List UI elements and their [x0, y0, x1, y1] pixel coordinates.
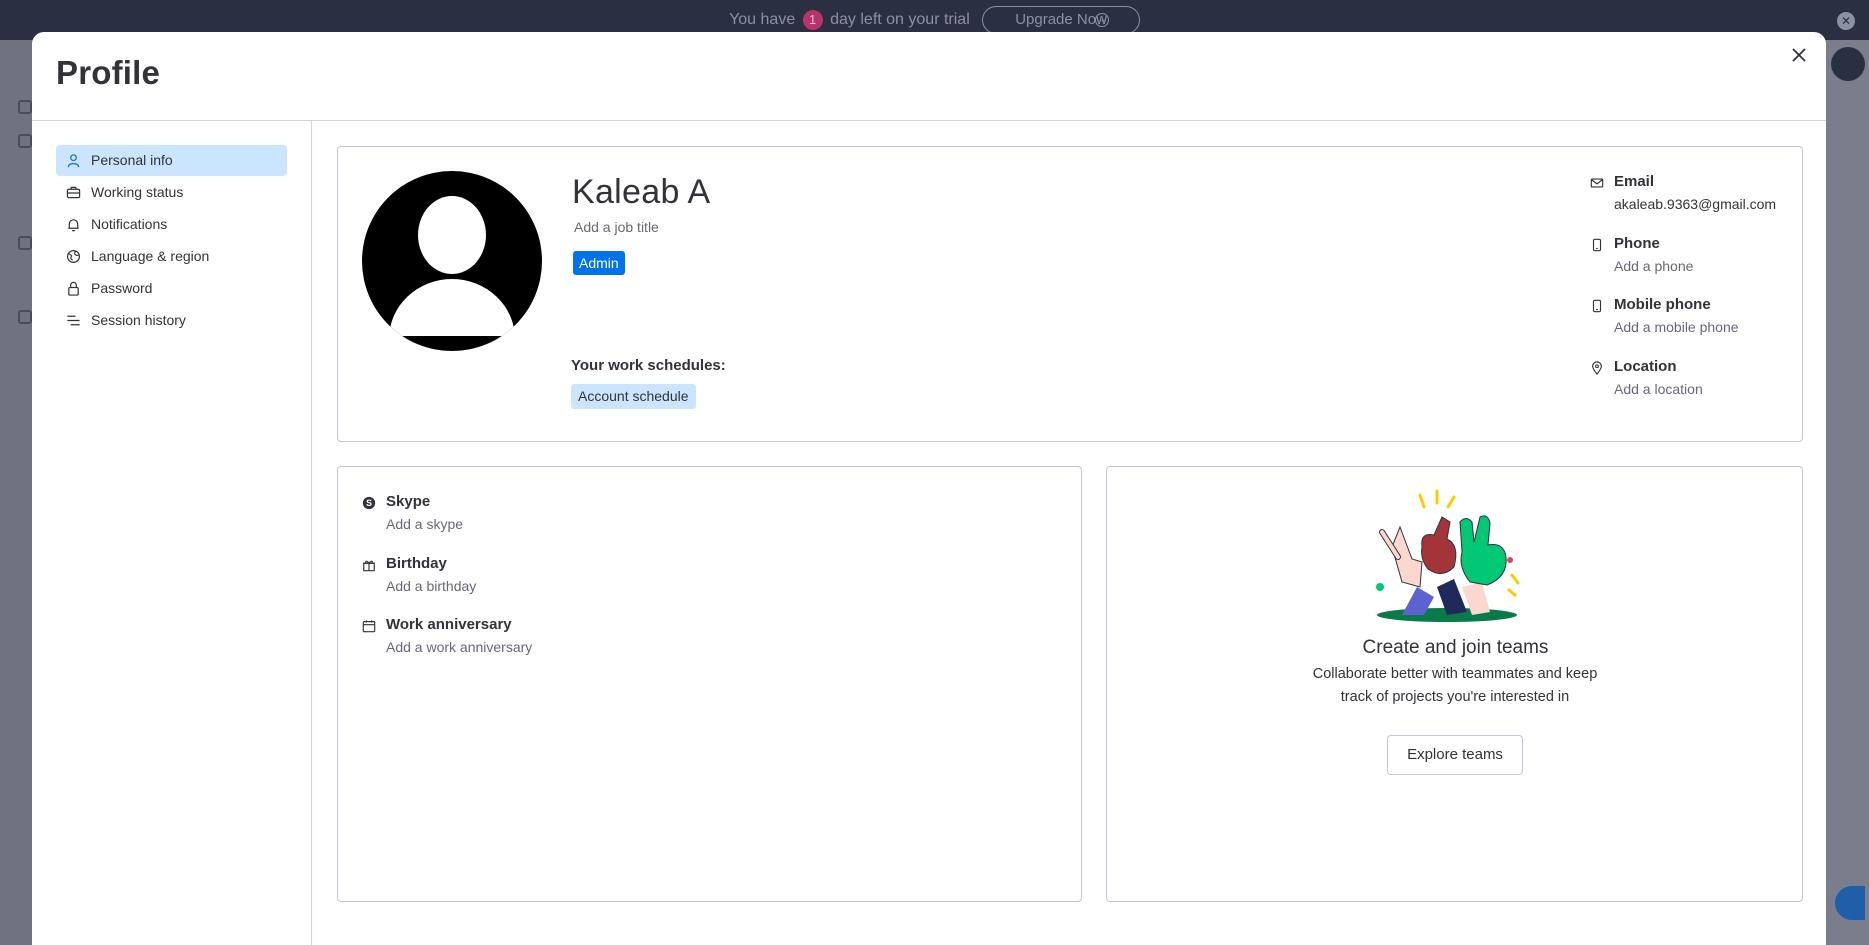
home-icon [18, 100, 32, 114]
work-schedules-label: Your work schedules: [571, 357, 726, 374]
avatar-head-shape [418, 196, 486, 274]
profile-card: Kaleab A Add a job title Admin Your work… [337, 146, 1803, 442]
sidebar-item-password[interactable]: Password [56, 273, 287, 304]
board-icon [18, 310, 32, 324]
sidebar-item-label: Personal info [91, 152, 173, 168]
trial-banner: You have 1 day left on your trial Upgrad… [0, 6, 1869, 34]
arrow-right-circle-icon: → [1094, 13, 1109, 27]
account-schedule-tag[interactable]: Account schedule [571, 384, 696, 409]
email-value[interactable]: akaleab.9363@gmail.com [1614, 196, 1776, 212]
close-icon[interactable] [1784, 40, 1814, 70]
sidebar-item-label: Password [91, 280, 153, 296]
sidebar-item-label: Notifications [91, 216, 168, 232]
email-label: Email [1614, 173, 1655, 190]
job-title-field[interactable]: Add a job title [574, 219, 659, 235]
phone-icon [1592, 238, 1602, 252]
filter-lines-icon [67, 315, 80, 326]
phone-value[interactable]: Add a phone [1614, 258, 1693, 274]
background-right-rail [1825, 40, 1869, 945]
profile-content: Kaleab A Add a job title Admin Your work… [313, 121, 1826, 945]
profile-avatar[interactable] [362, 171, 542, 351]
birthday-label: Birthday [386, 555, 447, 572]
background-left-rail [0, 40, 32, 945]
hands-illustration [1376, 489, 1520, 622]
skype-label: Skype [386, 493, 431, 510]
location-label: Location [1614, 358, 1677, 375]
modal-title: Profile [56, 54, 161, 91]
sidebar-item-language-region[interactable]: Language & region [56, 241, 287, 272]
skype-icon: S [362, 496, 376, 510]
mobile-phone-value[interactable]: Add a mobile phone [1614, 319, 1739, 335]
modal-header: Profile [32, 32, 1826, 121]
mobile-phone-icon [1592, 299, 1602, 313]
profile-name[interactable]: Kaleab A [572, 173, 711, 212]
teams-title: Create and join teams [1362, 637, 1549, 658]
upgrade-now-button[interactable]: Upgrade Now → [982, 6, 1140, 34]
envelope-icon [1590, 178, 1604, 188]
trial-days-badge: 1 [802, 10, 823, 30]
work-anniversary-value[interactable]: Add a work anniversary [386, 639, 532, 655]
lock-icon [68, 281, 79, 296]
phone-label: Phone [1614, 235, 1660, 252]
banner-close-icon[interactable]: ✕ [1837, 12, 1855, 30]
sidebar-item-notifications[interactable]: Notifications [56, 209, 287, 240]
sidebar-item-label: Language & region [91, 248, 210, 264]
briefcase-icon [66, 186, 81, 199]
trial-text-before: You have [729, 11, 796, 29]
person-icon [67, 154, 80, 168]
trial-text-after: day left on your trial [830, 11, 970, 29]
sidebar-item-label: Working status [91, 184, 184, 200]
location-value[interactable]: Add a location [1614, 381, 1703, 397]
sidebar-item-session-history[interactable]: Session history [56, 305, 287, 336]
gift-icon [363, 560, 375, 572]
tasks-icon [18, 134, 32, 148]
bell-icon [68, 219, 79, 232]
help-fab [1835, 886, 1865, 920]
user-avatar [1831, 47, 1865, 81]
work-anniversary-label: Work anniversary [386, 616, 512, 633]
skype-value[interactable]: Add a skype [386, 516, 463, 532]
explore-teams-button[interactable]: Explore teams [1387, 735, 1523, 775]
birthday-value[interactable]: Add a birthday [386, 578, 476, 594]
svg-text:S: S [366, 498, 372, 508]
sidebar-item-label: Session history [91, 312, 186, 328]
teams-card: Create and join teams Collaborate better… [1106, 466, 1803, 902]
profile-modal: Profile Personal info Working status Not… [32, 32, 1826, 945]
teams-subtitle: Collaborate better with teammates and ke… [1312, 666, 1598, 705]
profile-sidebar: Personal info Working status Notificatio… [32, 121, 312, 945]
calendar-icon [362, 620, 376, 633]
sidebar-item-personal-info[interactable]: Personal info [56, 145, 287, 176]
extra-info-card: S Skype Add a skype Birthday Add a birth… [337, 466, 1082, 902]
upgrade-now-label: Upgrade Now [1015, 11, 1107, 28]
location-pin-icon [1592, 361, 1602, 375]
mobile-phone-label: Mobile phone [1614, 296, 1711, 313]
workspace-icon [18, 236, 32, 250]
role-badge: Admin [573, 251, 625, 275]
globe-icon [66, 249, 81, 264]
sidebar-item-working-status[interactable]: Working status [56, 177, 287, 208]
